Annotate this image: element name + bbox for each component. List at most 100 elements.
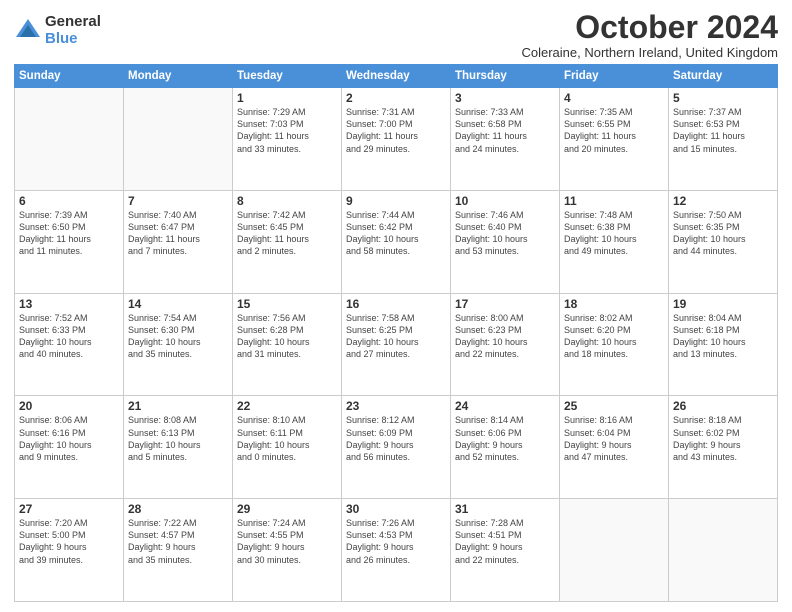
calendar-week-2: 6Sunrise: 7:39 AM Sunset: 6:50 PM Daylig… xyxy=(15,190,778,293)
day-number: 25 xyxy=(564,399,664,413)
calendar-cell: 16Sunrise: 7:58 AM Sunset: 6:25 PM Dayli… xyxy=(342,293,451,396)
calendar-cell: 20Sunrise: 8:06 AM Sunset: 6:16 PM Dayli… xyxy=(15,396,124,499)
day-info: Sunrise: 7:58 AM Sunset: 6:25 PM Dayligh… xyxy=(346,312,446,361)
day-info: Sunrise: 7:44 AM Sunset: 6:42 PM Dayligh… xyxy=(346,209,446,258)
day-info: Sunrise: 8:18 AM Sunset: 6:02 PM Dayligh… xyxy=(673,414,773,463)
day-number: 3 xyxy=(455,91,555,105)
calendar-cell: 5Sunrise: 7:37 AM Sunset: 6:53 PM Daylig… xyxy=(669,88,778,191)
calendar-cell xyxy=(15,88,124,191)
day-info: Sunrise: 7:22 AM Sunset: 4:57 PM Dayligh… xyxy=(128,517,228,566)
calendar-cell: 30Sunrise: 7:26 AM Sunset: 4:53 PM Dayli… xyxy=(342,499,451,602)
calendar-cell: 9Sunrise: 7:44 AM Sunset: 6:42 PM Daylig… xyxy=(342,190,451,293)
calendar-cell xyxy=(124,88,233,191)
day-info: Sunrise: 7:52 AM Sunset: 6:33 PM Dayligh… xyxy=(19,312,119,361)
day-number: 18 xyxy=(564,297,664,311)
calendar-cell: 22Sunrise: 8:10 AM Sunset: 6:11 PM Dayli… xyxy=(233,396,342,499)
day-number: 24 xyxy=(455,399,555,413)
day-number: 30 xyxy=(346,502,446,516)
calendar-header-wednesday: Wednesday xyxy=(342,65,451,88)
calendar-cell: 10Sunrise: 7:46 AM Sunset: 6:40 PM Dayli… xyxy=(451,190,560,293)
day-info: Sunrise: 7:26 AM Sunset: 4:53 PM Dayligh… xyxy=(346,517,446,566)
day-number: 7 xyxy=(128,194,228,208)
calendar-week-4: 20Sunrise: 8:06 AM Sunset: 6:16 PM Dayli… xyxy=(15,396,778,499)
day-info: Sunrise: 7:28 AM Sunset: 4:51 PM Dayligh… xyxy=(455,517,555,566)
calendar-week-1: 1Sunrise: 7:29 AM Sunset: 7:03 PM Daylig… xyxy=(15,88,778,191)
calendar-cell: 7Sunrise: 7:40 AM Sunset: 6:47 PM Daylig… xyxy=(124,190,233,293)
day-info: Sunrise: 7:46 AM Sunset: 6:40 PM Dayligh… xyxy=(455,209,555,258)
calendar-header-row: SundayMondayTuesdayWednesdayThursdayFrid… xyxy=(15,65,778,88)
day-number: 13 xyxy=(19,297,119,311)
day-number: 29 xyxy=(237,502,337,516)
calendar-header-tuesday: Tuesday xyxy=(233,65,342,88)
calendar-header-saturday: Saturday xyxy=(669,65,778,88)
day-info: Sunrise: 7:50 AM Sunset: 6:35 PM Dayligh… xyxy=(673,209,773,258)
day-number: 19 xyxy=(673,297,773,311)
day-number: 20 xyxy=(19,399,119,413)
calendar-cell: 15Sunrise: 7:56 AM Sunset: 6:28 PM Dayli… xyxy=(233,293,342,396)
day-info: Sunrise: 7:20 AM Sunset: 5:00 PM Dayligh… xyxy=(19,517,119,566)
day-info: Sunrise: 8:16 AM Sunset: 6:04 PM Dayligh… xyxy=(564,414,664,463)
day-number: 8 xyxy=(237,194,337,208)
calendar-cell xyxy=(669,499,778,602)
calendar-table: SundayMondayTuesdayWednesdayThursdayFrid… xyxy=(14,64,778,602)
day-number: 17 xyxy=(455,297,555,311)
day-info: Sunrise: 7:54 AM Sunset: 6:30 PM Dayligh… xyxy=(128,312,228,361)
header: General Blue October 2024 Coleraine, Nor… xyxy=(14,10,778,60)
calendar-cell: 27Sunrise: 7:20 AM Sunset: 5:00 PM Dayli… xyxy=(15,499,124,602)
day-info: Sunrise: 7:24 AM Sunset: 4:55 PM Dayligh… xyxy=(237,517,337,566)
calendar-cell: 26Sunrise: 8:18 AM Sunset: 6:02 PM Dayli… xyxy=(669,396,778,499)
day-info: Sunrise: 7:37 AM Sunset: 6:53 PM Dayligh… xyxy=(673,106,773,155)
day-info: Sunrise: 7:42 AM Sunset: 6:45 PM Dayligh… xyxy=(237,209,337,258)
calendar-week-3: 13Sunrise: 7:52 AM Sunset: 6:33 PM Dayli… xyxy=(15,293,778,396)
calendar-cell: 17Sunrise: 8:00 AM Sunset: 6:23 PM Dayli… xyxy=(451,293,560,396)
day-number: 15 xyxy=(237,297,337,311)
calendar-cell: 31Sunrise: 7:28 AM Sunset: 4:51 PM Dayli… xyxy=(451,499,560,602)
day-info: Sunrise: 8:06 AM Sunset: 6:16 PM Dayligh… xyxy=(19,414,119,463)
calendar-cell: 21Sunrise: 8:08 AM Sunset: 6:13 PM Dayli… xyxy=(124,396,233,499)
day-info: Sunrise: 8:08 AM Sunset: 6:13 PM Dayligh… xyxy=(128,414,228,463)
day-info: Sunrise: 8:12 AM Sunset: 6:09 PM Dayligh… xyxy=(346,414,446,463)
calendar-cell: 24Sunrise: 8:14 AM Sunset: 6:06 PM Dayli… xyxy=(451,396,560,499)
day-number: 12 xyxy=(673,194,773,208)
day-info: Sunrise: 8:02 AM Sunset: 6:20 PM Dayligh… xyxy=(564,312,664,361)
day-number: 14 xyxy=(128,297,228,311)
calendar-cell: 19Sunrise: 8:04 AM Sunset: 6:18 PM Dayli… xyxy=(669,293,778,396)
day-info: Sunrise: 8:14 AM Sunset: 6:06 PM Dayligh… xyxy=(455,414,555,463)
day-number: 1 xyxy=(237,91,337,105)
calendar-cell: 25Sunrise: 8:16 AM Sunset: 6:04 PM Dayli… xyxy=(560,396,669,499)
day-number: 9 xyxy=(346,194,446,208)
day-number: 4 xyxy=(564,91,664,105)
day-number: 16 xyxy=(346,297,446,311)
day-number: 11 xyxy=(564,194,664,208)
page: General Blue October 2024 Coleraine, Nor… xyxy=(0,0,792,612)
day-number: 31 xyxy=(455,502,555,516)
calendar-cell: 4Sunrise: 7:35 AM Sunset: 6:55 PM Daylig… xyxy=(560,88,669,191)
day-info: Sunrise: 8:04 AM Sunset: 6:18 PM Dayligh… xyxy=(673,312,773,361)
day-info: Sunrise: 7:35 AM Sunset: 6:55 PM Dayligh… xyxy=(564,106,664,155)
month-title: October 2024 xyxy=(521,10,778,45)
day-number: 5 xyxy=(673,91,773,105)
calendar-header-thursday: Thursday xyxy=(451,65,560,88)
calendar-cell: 14Sunrise: 7:54 AM Sunset: 6:30 PM Dayli… xyxy=(124,293,233,396)
day-info: Sunrise: 8:10 AM Sunset: 6:11 PM Dayligh… xyxy=(237,414,337,463)
day-number: 10 xyxy=(455,194,555,208)
logo-text: General Blue xyxy=(45,14,101,47)
calendar-cell: 12Sunrise: 7:50 AM Sunset: 6:35 PM Dayli… xyxy=(669,190,778,293)
calendar-cell: 23Sunrise: 8:12 AM Sunset: 6:09 PM Dayli… xyxy=(342,396,451,499)
calendar-week-5: 27Sunrise: 7:20 AM Sunset: 5:00 PM Dayli… xyxy=(15,499,778,602)
calendar-cell: 29Sunrise: 7:24 AM Sunset: 4:55 PM Dayli… xyxy=(233,499,342,602)
day-number: 26 xyxy=(673,399,773,413)
calendar-cell: 6Sunrise: 7:39 AM Sunset: 6:50 PM Daylig… xyxy=(15,190,124,293)
calendar-cell xyxy=(560,499,669,602)
day-info: Sunrise: 8:00 AM Sunset: 6:23 PM Dayligh… xyxy=(455,312,555,361)
day-info: Sunrise: 7:31 AM Sunset: 7:00 PM Dayligh… xyxy=(346,106,446,155)
day-info: Sunrise: 7:29 AM Sunset: 7:03 PM Dayligh… xyxy=(237,106,337,155)
calendar-cell: 28Sunrise: 7:22 AM Sunset: 4:57 PM Dayli… xyxy=(124,499,233,602)
day-info: Sunrise: 7:56 AM Sunset: 6:28 PM Dayligh… xyxy=(237,312,337,361)
calendar-cell: 18Sunrise: 8:02 AM Sunset: 6:20 PM Dayli… xyxy=(560,293,669,396)
logo-blue: Blue xyxy=(45,31,101,48)
day-info: Sunrise: 7:48 AM Sunset: 6:38 PM Dayligh… xyxy=(564,209,664,258)
day-number: 6 xyxy=(19,194,119,208)
day-number: 2 xyxy=(346,91,446,105)
logo: General Blue xyxy=(14,14,101,47)
